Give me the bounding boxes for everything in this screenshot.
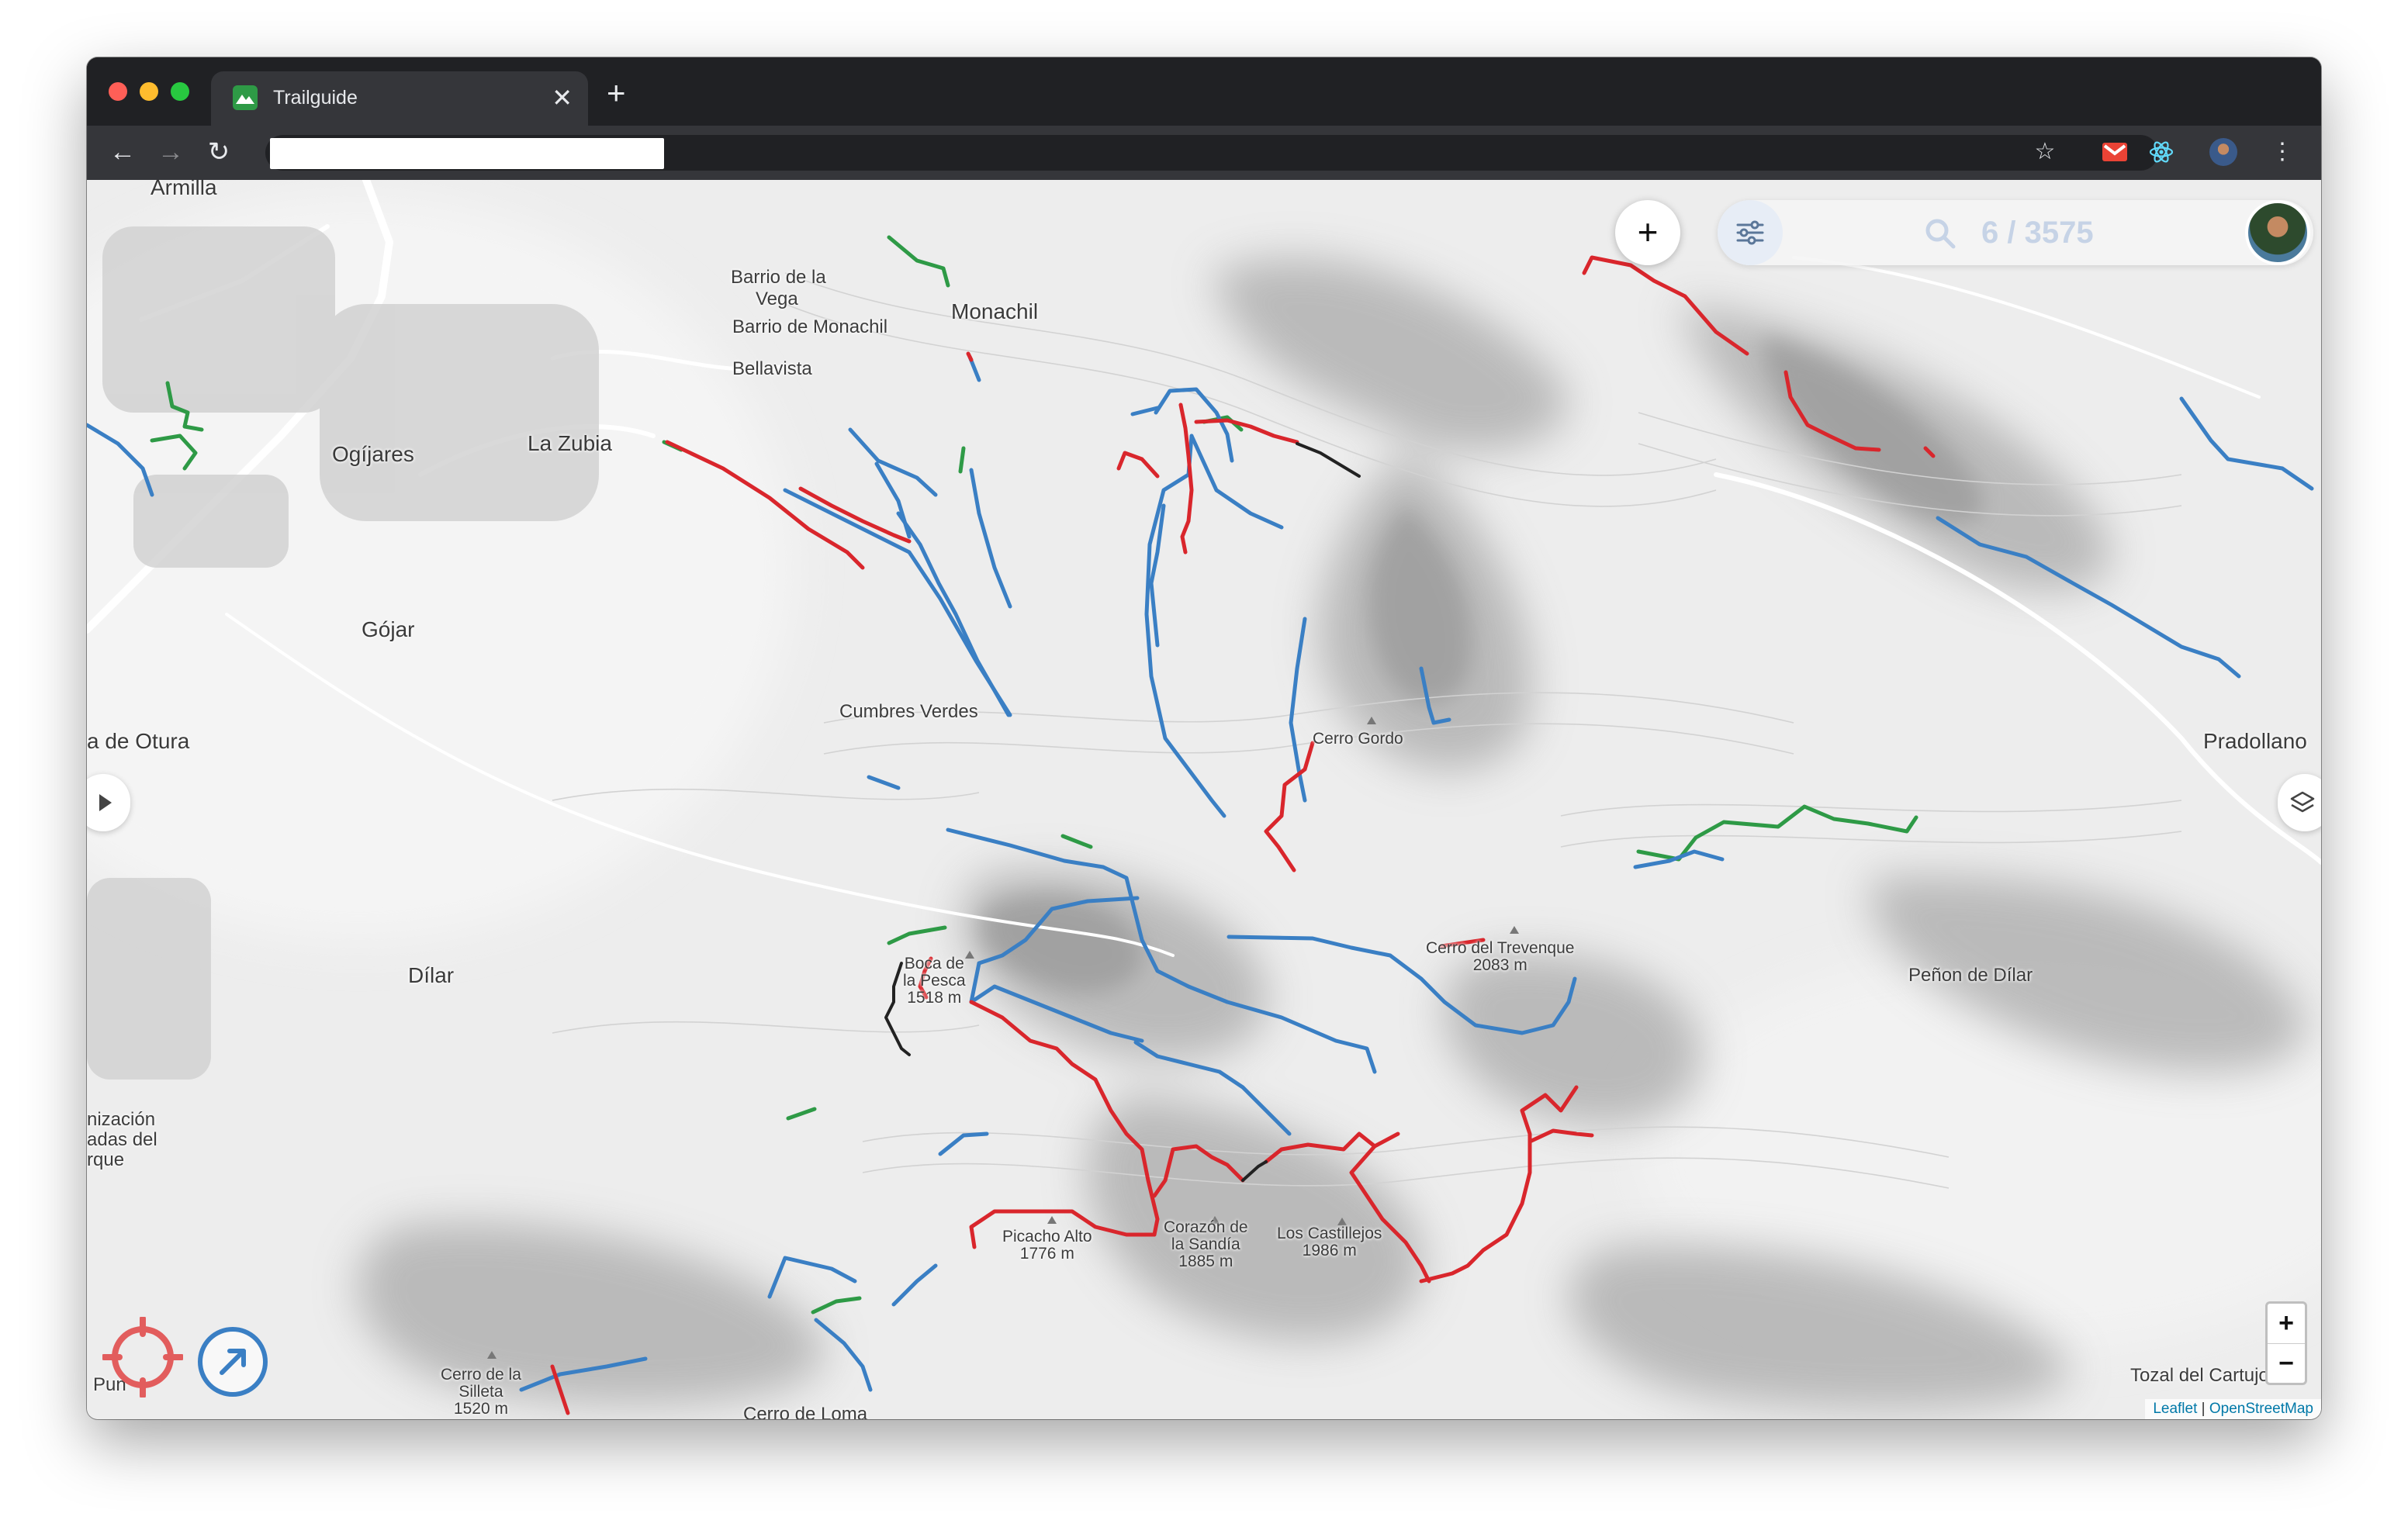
place-label-urbanizacion-3: rque bbox=[87, 1149, 125, 1170]
place-label-dilar: Dílar bbox=[408, 963, 455, 987]
user-avatar[interactable] bbox=[2245, 200, 2310, 265]
url-text bbox=[270, 143, 278, 164]
bookmark-star-icon[interactable]: ☆ bbox=[2026, 133, 2064, 171]
new-tab-button[interactable]: + bbox=[607, 74, 626, 112]
back-button[interactable]: ← bbox=[104, 133, 141, 171]
filter-button[interactable] bbox=[1718, 200, 1783, 265]
trailguide-favicon-icon bbox=[233, 85, 258, 110]
close-window-button[interactable] bbox=[109, 82, 127, 101]
place-label-otura: a de Otura bbox=[87, 729, 190, 753]
zoom-out-button[interactable]: − bbox=[2268, 1344, 2305, 1384]
zoom-in-button[interactable]: + bbox=[2268, 1304, 2305, 1344]
place-label-ogijares: Ogíjares bbox=[332, 442, 414, 466]
locate-me-crosshair-icon[interactable] bbox=[102, 1317, 183, 1398]
place-label-urbanizacion-2: adas del bbox=[87, 1129, 157, 1150]
search-icon bbox=[1925, 219, 1956, 249]
profile-avatar-icon[interactable] bbox=[2205, 133, 2242, 171]
reload-button[interactable]: ↻ bbox=[200, 133, 237, 171]
place-label-armilla: Armilla bbox=[150, 180, 217, 199]
zoom-control: + − bbox=[2265, 1301, 2307, 1385]
maximize-window-button[interactable] bbox=[171, 82, 189, 101]
trail-map[interactable]: Armilla Barrio de la Vega Barrio de Mona… bbox=[87, 180, 2321, 1419]
place-label-barrio-vega-2: Vega bbox=[756, 288, 798, 309]
place-label-penon-dilar: Peñon de Dílar bbox=[1908, 965, 2033, 986]
peak-label-boca-pesca: Boca de la Pesca 1518 m bbox=[903, 955, 966, 1007]
browser-toolbar: ← → ↻ ☆ ⋮ bbox=[87, 126, 2321, 180]
open-sidebar-button[interactable] bbox=[87, 774, 130, 831]
layers-button[interactable] bbox=[2278, 774, 2321, 831]
peak-label-picacho-alto: Picacho Alto 1776 m bbox=[1002, 1228, 1092, 1263]
browser-tab[interactable]: Trailguide ✕ bbox=[211, 71, 588, 126]
place-label-barrio-vega-1: Barrio de la bbox=[731, 267, 826, 288]
peak-label-trevenque: Cerro del Trevenque 2083 m bbox=[1426, 939, 1575, 974]
place-label-gojar: Gójar bbox=[362, 617, 415, 641]
browser-window: Trailguide ✕ + ← → ↻ ☆ ⋮ Armilla Barrio … bbox=[87, 57, 2321, 1419]
place-label-tozal-cartujo: Tozal del Cartujo bbox=[2130, 1365, 2269, 1386]
place-label-pradollano: Pradollano bbox=[2203, 729, 2307, 753]
url-field[interactable] bbox=[270, 138, 664, 169]
add-trail-button[interactable]: + bbox=[1615, 200, 1680, 265]
tab-strip: Trailguide ✕ + bbox=[87, 57, 2321, 126]
place-label-la-zubia: La Zubia bbox=[528, 431, 612, 455]
trail-search-bar[interactable]: 6 / 3575 bbox=[1718, 200, 2313, 265]
place-label-urbanizacion-1: nización bbox=[87, 1109, 156, 1130]
gmail-extension-icon[interactable] bbox=[2096, 133, 2133, 171]
map-attribution: Leaflet | OpenStreetMap bbox=[2145, 1399, 2321, 1419]
trail-count: 6 / 3575 bbox=[1981, 216, 2094, 250]
leaflet-link[interactable]: Leaflet bbox=[2153, 1401, 2197, 1417]
place-label-monachil: Monachil bbox=[951, 299, 1039, 323]
peak-label-silleta: Cerro de la Silleta 1520 m bbox=[441, 1366, 521, 1418]
tab-title: Trailguide bbox=[273, 87, 358, 109]
play-arrow-icon bbox=[99, 794, 112, 811]
osm-link[interactable]: OpenStreetMap bbox=[2209, 1401, 2313, 1417]
sliders-icon bbox=[1736, 220, 1764, 245]
forward-button[interactable]: → bbox=[152, 133, 189, 171]
minimize-window-button[interactable] bbox=[140, 82, 158, 101]
place-label-bellavista: Bellavista bbox=[732, 358, 812, 379]
place-label-cerro-loma: Cerro de Loma bbox=[743, 1404, 868, 1419]
place-label-barrio-monachil: Barrio de Monachil bbox=[732, 316, 888, 337]
plus-icon: + bbox=[1637, 212, 1659, 252]
peak-label-castillejos: Los Castillejos 1986 m bbox=[1277, 1225, 1382, 1259]
navigate-arrow-icon[interactable] bbox=[195, 1325, 270, 1399]
tab-close-icon[interactable]: ✕ bbox=[552, 82, 573, 113]
peak-label-corazon-sandia: Corazón de la Sandía 1885 m bbox=[1164, 1218, 1248, 1270]
react-devtools-icon[interactable] bbox=[2143, 133, 2180, 171]
place-label-cumbres-verdes: Cumbres Verdes bbox=[839, 701, 978, 722]
layers-icon bbox=[2290, 791, 2315, 813]
browser-menu-icon[interactable]: ⋮ bbox=[2264, 133, 2301, 171]
peak-label-cerro-gordo: Cerro Gordo bbox=[1313, 730, 1403, 748]
